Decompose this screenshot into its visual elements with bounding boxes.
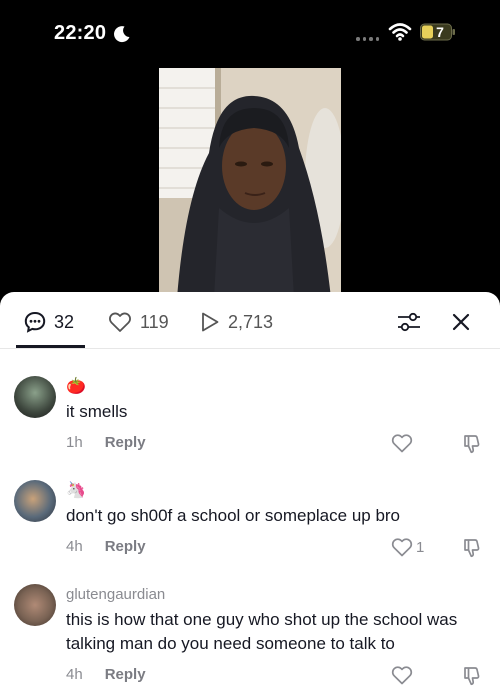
comment-text: this is how that one guy who shot up the… <box>66 610 458 653</box>
avatar[interactable] <box>14 584 56 626</box>
dislike-icon[interactable] <box>461 537 483 559</box>
comments-sheet: 32 119 2,713 🍅 it smells 1h Reply 🦄 don'… <box>0 292 500 694</box>
status-time: 22:20 <box>54 22 107 44</box>
play-icon <box>202 312 219 332</box>
active-tab-indicator <box>16 345 85 348</box>
video-player[interactable] <box>159 68 341 298</box>
avatar[interactable] <box>14 480 56 522</box>
reply-button[interactable]: Reply <box>105 538 146 555</box>
heart-icon <box>391 666 413 685</box>
tab-likes[interactable]: 119 <box>108 310 169 334</box>
moon-icon <box>114 26 130 43</box>
tab-comments[interactable]: 32 <box>24 310 74 334</box>
dislike-icon[interactable] <box>461 665 483 687</box>
comment-meta: 4h Reply <box>66 538 146 555</box>
username-emoji[interactable]: 🍅 <box>66 376 86 396</box>
like-button[interactable] <box>391 433 416 453</box>
signal-icon <box>356 37 379 41</box>
comment-text: it smells <box>66 402 128 421</box>
likes-count: 119 <box>140 312 169 332</box>
views-count: 2,713 <box>228 312 274 332</box>
reply-button[interactable]: Reply <box>105 666 146 683</box>
comment-meta: 1h Reply <box>66 434 146 451</box>
status-bar: 22:20 7 <box>0 0 500 64</box>
close-icon[interactable] <box>448 309 474 335</box>
avatar[interactable] <box>14 376 56 418</box>
comment-username[interactable]: glutengaurdian <box>66 586 165 603</box>
video-frame <box>159 68 341 298</box>
like-button[interactable] <box>391 665 416 685</box>
comment-icon <box>24 311 46 333</box>
like-button[interactable]: 1 <box>391 537 424 557</box>
heart-icon <box>109 312 131 332</box>
comment-time: 1h <box>66 434 83 451</box>
comment-meta: 4h Reply <box>66 666 146 683</box>
battery-level: 7 <box>436 24 444 40</box>
heart-icon <box>391 538 413 557</box>
comment-time: 4h <box>66 666 83 683</box>
filter-sliders-icon[interactable] <box>396 309 422 335</box>
like-count: 1 <box>416 538 425 556</box>
username-emoji[interactable]: 🦄 <box>66 480 86 500</box>
wifi-icon <box>388 23 412 41</box>
comment-tabs: 32 119 2,713 <box>0 292 500 349</box>
reply-button[interactable]: Reply <box>105 434 146 451</box>
tab-views[interactable]: 2,713 <box>200 310 273 334</box>
comments-count: 32 <box>54 312 75 332</box>
heart-icon <box>391 434 413 453</box>
comment-text: don't go sh00f a school or someplace up … <box>66 506 401 525</box>
dislike-icon[interactable] <box>461 433 483 455</box>
comment-time: 4h <box>66 538 83 555</box>
